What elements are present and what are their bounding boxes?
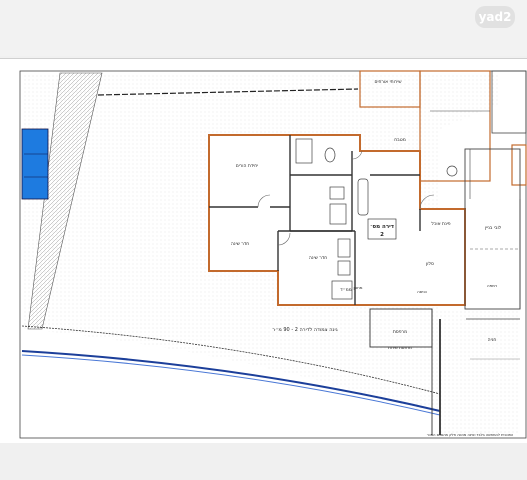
apartment-number: 2 bbox=[380, 232, 384, 238]
logo: yad2 bbox=[475, 6, 515, 28]
label-bedroom-2: חדר שינה bbox=[309, 256, 327, 261]
apartment-title: דירה מס׳ bbox=[370, 224, 394, 230]
label-terrace: מרפסת bbox=[393, 330, 407, 335]
floor-plan-drawing: יחידת הורים מטבח שירותי אורחים פינת אוכל… bbox=[19, 70, 527, 439]
pool bbox=[21, 128, 49, 200]
label-road: רמפה bbox=[487, 283, 497, 288]
floor-plan-sheet: יחידת הורים מטבח שירותי אורחים פינת אוכל… bbox=[0, 58, 527, 444]
label-lobby: לובי בניין bbox=[485, 226, 502, 231]
label-mamad: ממ״ד bbox=[340, 288, 351, 293]
label-guest-bath: שירותי אורחים bbox=[374, 80, 401, 85]
bottom-band bbox=[0, 443, 527, 480]
label-master-bedroom: יחידת הורים bbox=[236, 164, 259, 169]
top-band bbox=[0, 0, 527, 56]
label-living: סלון bbox=[426, 262, 434, 267]
label-garden: גינה צמודה לדירה 2 - 90 מ״ר bbox=[272, 327, 337, 333]
label-parking: חניה bbox=[488, 338, 497, 343]
label-storage: מחסן bbox=[353, 285, 362, 290]
label-entrance: כניסה bbox=[417, 289, 427, 294]
label-kitchen: מטבח bbox=[394, 138, 406, 143]
label-service: מרפסת שירות bbox=[388, 345, 412, 350]
label-bedroom-1: חדר שינה bbox=[231, 242, 249, 247]
footer-note: התוכנית להמחשה בלבד ואינה מהווה חלק מהסכ… bbox=[427, 433, 514, 437]
label-dining: פינת אוכל bbox=[431, 222, 450, 227]
